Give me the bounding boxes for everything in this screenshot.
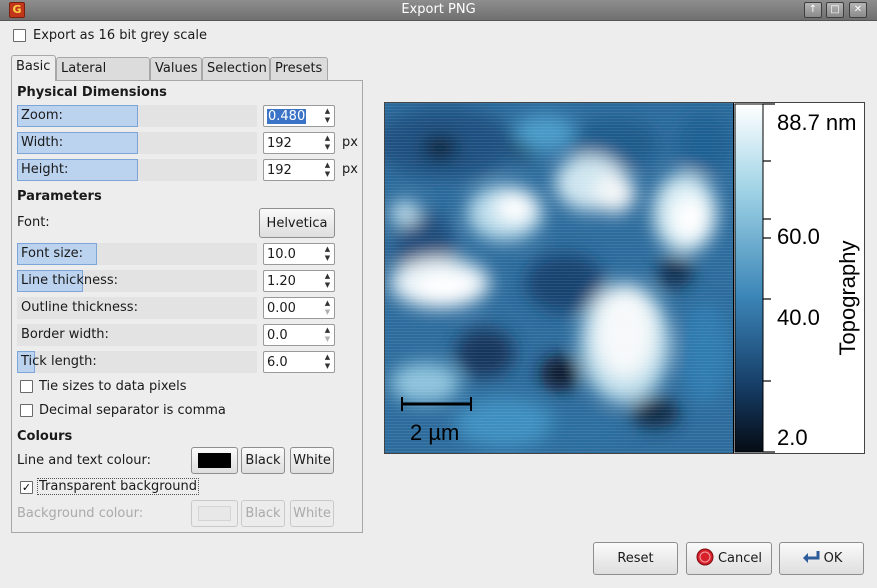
- font-select-button[interactable]: Helvetica: [259, 208, 335, 238]
- tie-sizes-label[interactable]: Tie sizes to data pixels: [39, 379, 187, 394]
- tab-basic[interactable]: Basic: [11, 55, 56, 81]
- outline-thickness-label: Outline thickness:: [21, 300, 138, 315]
- line-text-colour-button[interactable]: [191, 447, 238, 474]
- tick-length-label: Tick length:: [21, 354, 97, 369]
- border-width-decrement-icon: ▼: [324, 335, 331, 343]
- stop-sign-icon: [696, 548, 714, 566]
- width-label: Width:: [21, 135, 64, 150]
- height-label: Height:: [21, 162, 69, 177]
- width-decrement-icon[interactable]: ▼: [322, 143, 333, 152]
- font-size-increment-icon[interactable]: ▲: [322, 245, 333, 254]
- maximize-window-button[interactable]: □: [826, 2, 844, 18]
- scale-bar-label: 2 µm: [410, 420, 459, 445]
- font-label: Font:: [17, 215, 50, 230]
- font-size-label: Font size:: [21, 246, 84, 261]
- background-colour-button: [191, 500, 238, 527]
- window-titlebar[interactable]: G Export PNG ↑ □ ✕: [0, 0, 877, 21]
- export-16bit-label[interactable]: Export as 16 bit grey scale: [33, 28, 207, 43]
- tick-length-spinbox[interactable]: 6.0 ▲ ▼: [263, 351, 335, 373]
- outline-thickness-spinbox[interactable]: 0.00 ▲ ▼: [263, 297, 335, 319]
- border-width-spinbox[interactable]: 0.0 ▲ ▼: [263, 324, 335, 346]
- font-size-value[interactable]: 10.0: [267, 247, 296, 262]
- height-increment-icon[interactable]: ▲: [322, 161, 333, 170]
- tab-lateral-scale[interactable]: Lateral Scale: [56, 57, 150, 98]
- preview-image: 2 µm 88.7 nm 60.0 40.0 2.0 Topography: [385, 103, 860, 453]
- transparent-background-label[interactable]: Transparent background: [37, 478, 199, 495]
- cancel-button[interactable]: Cancel: [686, 542, 772, 575]
- line-thickness-decrement-icon[interactable]: ▼: [322, 281, 333, 290]
- border-width-value[interactable]: 0.0: [267, 328, 288, 343]
- reset-button-label: Reset: [617, 551, 654, 566]
- height-unit: px: [342, 162, 358, 177]
- border-width-increment-icon[interactable]: ▲: [322, 326, 333, 335]
- line-text-colour-swatch: [198, 453, 231, 468]
- shade-window-button[interactable]: ↑: [804, 2, 822, 18]
- cancel-button-label: Cancel: [717, 551, 763, 566]
- width-unit: px: [342, 135, 358, 150]
- colours-heading: Colours: [17, 429, 73, 444]
- topography-map: [385, 103, 733, 453]
- colorbar-tick-label: 88.7 nm: [777, 110, 857, 135]
- width-spinbox[interactable]: 192 ▲ ▼: [263, 132, 335, 154]
- tab-presets[interactable]: Presets: [270, 57, 328, 80]
- ok-button-label: OK: [823, 551, 843, 566]
- font-size-spinbox[interactable]: 10.0 ▲ ▼: [263, 243, 335, 265]
- tab-values[interactable]: Values: [150, 57, 202, 80]
- line-thickness-label: Line thickness:: [21, 273, 119, 288]
- close-window-button[interactable]: ✕: [849, 2, 867, 18]
- height-decrement-icon[interactable]: ▼: [322, 170, 333, 179]
- parameters-heading: Parameters: [17, 189, 102, 204]
- line-thickness-increment-icon[interactable]: ▲: [322, 272, 333, 281]
- colorbar-gradient: [734, 103, 764, 453]
- zoom-spinbox[interactable]: 0.480 ▲ ▼: [263, 105, 335, 127]
- height-spinbox[interactable]: 192 ▲ ▼: [263, 159, 335, 181]
- return-arrow-icon: [802, 551, 820, 563]
- tick-length-value[interactable]: 6.0: [267, 355, 288, 370]
- line-colour-black-button[interactable]: Black: [241, 447, 285, 474]
- tab-selection[interactable]: Selection: [202, 57, 270, 80]
- colorbar-tick-label: 60.0: [777, 224, 820, 249]
- width-value[interactable]: 192: [267, 136, 292, 151]
- height-value[interactable]: 192: [267, 163, 292, 178]
- line-colour-white-button[interactable]: White: [290, 447, 334, 474]
- ok-button[interactable]: OK: [779, 542, 864, 575]
- line-text-colour-label: Line and text colour:: [17, 453, 152, 468]
- colorbar-tick-label: 2.0: [777, 425, 808, 450]
- colorbar-tick-label: 40.0: [777, 305, 820, 330]
- border-width-label: Border width:: [21, 327, 109, 342]
- tick-length-decrement-icon[interactable]: ▼: [322, 362, 333, 371]
- zoom-decrement-icon[interactable]: ▼: [322, 116, 333, 125]
- decimal-comma-checkbox[interactable]: [20, 404, 33, 417]
- colorbar-title: Topography: [835, 241, 860, 356]
- background-colour-swatch: [198, 506, 231, 521]
- tie-sizes-checkbox[interactable]: [20, 380, 33, 393]
- width-increment-icon[interactable]: ▲: [322, 134, 333, 143]
- font-size-decrement-icon[interactable]: ▼: [322, 254, 333, 263]
- zoom-value[interactable]: 0.480: [267, 109, 307, 124]
- background-colour-label: Background colour:: [17, 506, 144, 521]
- tick-length-increment-icon[interactable]: ▲: [322, 353, 333, 362]
- export-preview: 2 µm 88.7 nm 60.0 40.0 2.0 Topography: [384, 102, 865, 454]
- outline-thickness-value[interactable]: 0.00: [267, 301, 296, 316]
- physical-dimensions-heading: Physical Dimensions: [17, 85, 167, 100]
- zoom-label: Zoom:: [21, 108, 63, 123]
- zoom-increment-icon[interactable]: ▲: [322, 107, 333, 116]
- export-16bit-checkbox[interactable]: [13, 29, 26, 42]
- background-white-button: White: [290, 500, 334, 527]
- background-black-button: Black: [241, 500, 285, 527]
- outline-thickness-decrement-icon: ▼: [324, 308, 331, 316]
- outline-thickness-increment-icon[interactable]: ▲: [322, 299, 333, 308]
- decimal-comma-label[interactable]: Decimal separator is comma: [39, 403, 226, 418]
- line-thickness-value[interactable]: 1.20: [267, 274, 296, 289]
- window-title: Export PNG: [401, 2, 476, 17]
- transparent-background-checkbox[interactable]: ✓: [20, 481, 33, 494]
- line-thickness-spinbox[interactable]: 1.20 ▲ ▼: [263, 270, 335, 292]
- reset-button[interactable]: Reset: [593, 542, 678, 575]
